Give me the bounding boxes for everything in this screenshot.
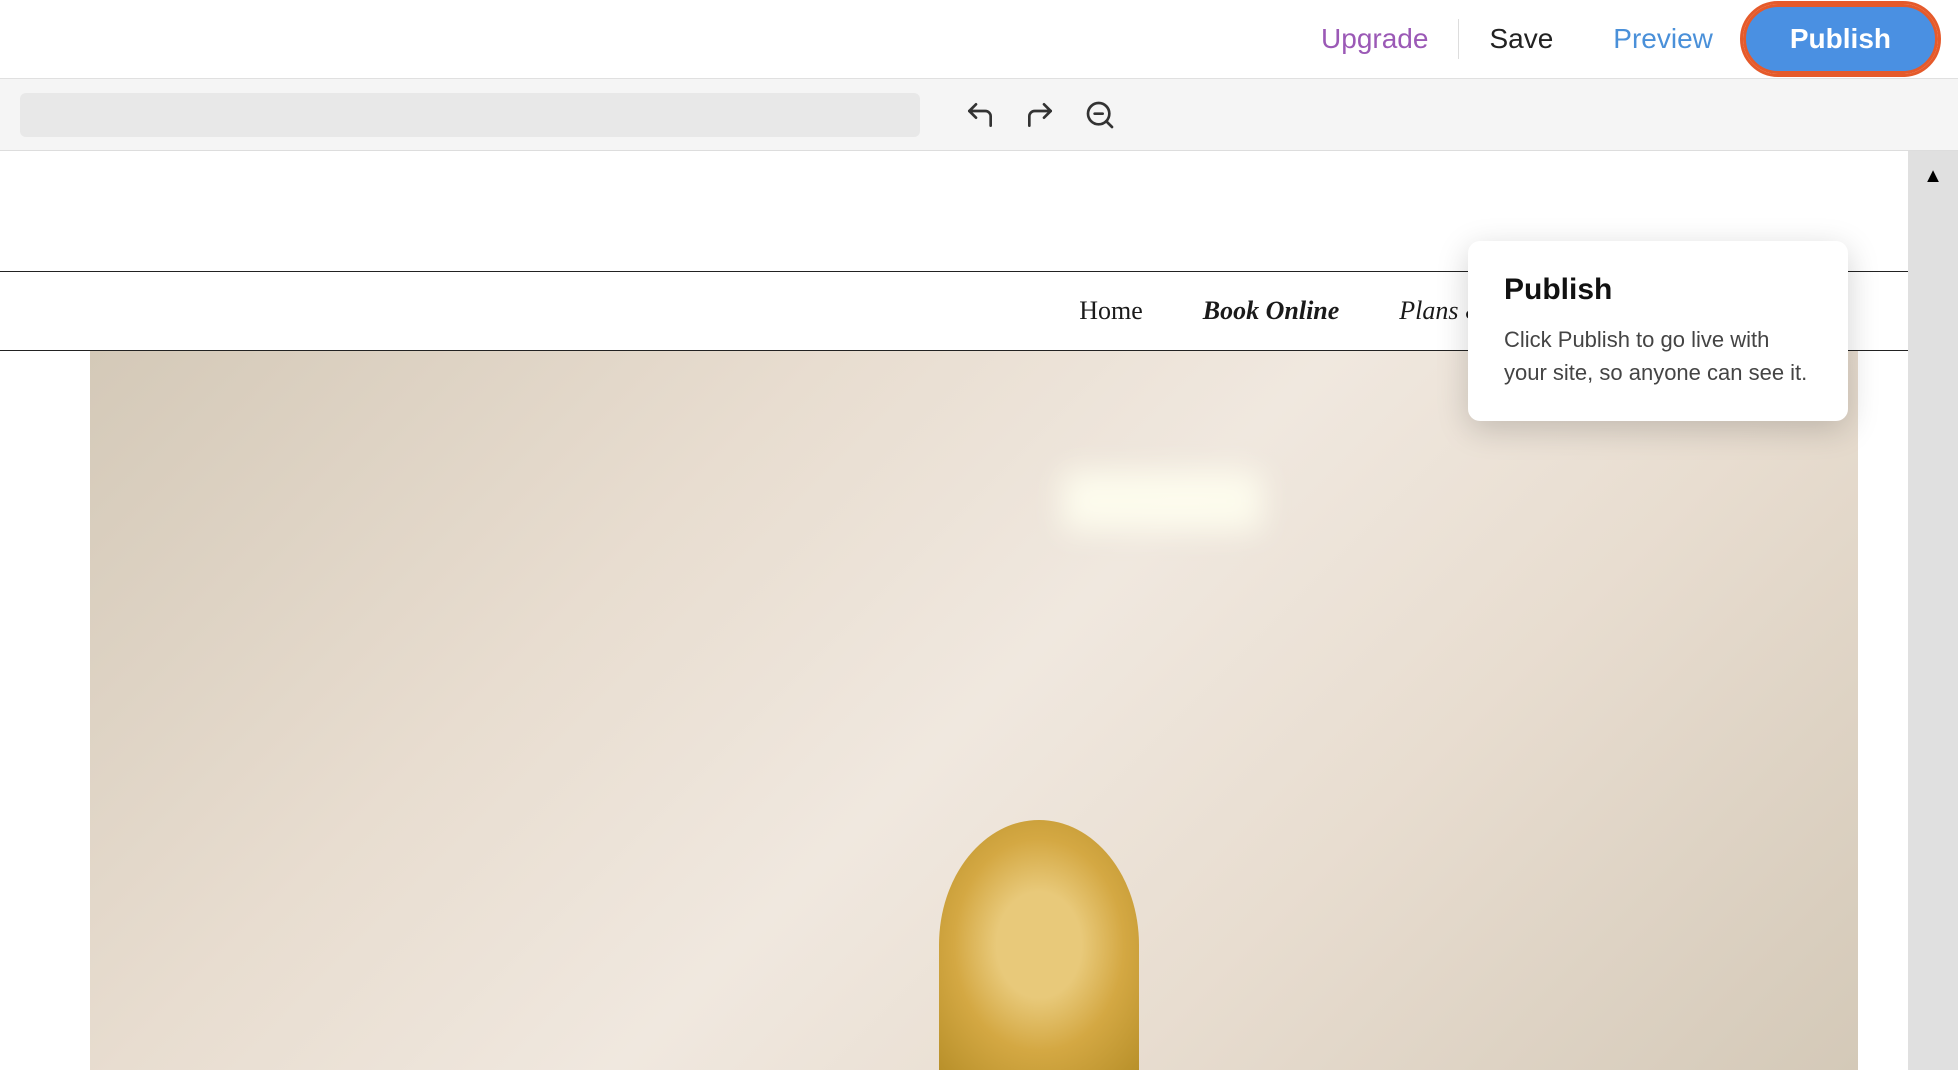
redo-button[interactable] bbox=[1020, 95, 1060, 135]
canvas-area: ▲ Home Book Online Plans & Pricing Conta… bbox=[0, 151, 1958, 1070]
chevron-up-icon: ▲ bbox=[1923, 165, 1943, 188]
hero-person bbox=[939, 820, 1139, 1070]
upgrade-button[interactable]: Upgrade bbox=[1291, 23, 1458, 55]
top-bar: Upgrade Save Preview Publish bbox=[0, 0, 1958, 79]
zoom-out-button[interactable] bbox=[1080, 95, 1120, 135]
toolbar-search-area bbox=[20, 93, 920, 137]
editor-toolbar bbox=[0, 79, 1958, 151]
top-bar-actions: Upgrade Save Preview Publish bbox=[1291, 4, 1938, 74]
publish-tooltip: Publish Click Publish to go live with yo… bbox=[1468, 241, 1848, 421]
tooltip-body: Click Publish to go live with your site,… bbox=[1504, 323, 1812, 389]
scroll-up-button[interactable]: ▲ bbox=[1908, 151, 1958, 201]
preview-button[interactable]: Preview bbox=[1583, 23, 1743, 55]
undo-button[interactable] bbox=[960, 95, 1000, 135]
tooltip-title: Publish bbox=[1504, 273, 1812, 307]
redo-icon bbox=[1024, 99, 1056, 131]
nav-home[interactable]: Home bbox=[1079, 296, 1143, 326]
save-button[interactable]: Save bbox=[1459, 23, 1583, 55]
undo-icon bbox=[964, 99, 996, 131]
hero-light-effect bbox=[1062, 471, 1262, 531]
toolbar-icons bbox=[960, 95, 1120, 135]
nav-book-online[interactable]: Book Online bbox=[1203, 296, 1340, 326]
scrollbar-track: ▲ bbox=[1908, 151, 1958, 1070]
hero-image bbox=[90, 351, 1858, 1070]
publish-button[interactable]: Publish bbox=[1743, 4, 1938, 74]
zoom-out-icon bbox=[1084, 99, 1116, 131]
